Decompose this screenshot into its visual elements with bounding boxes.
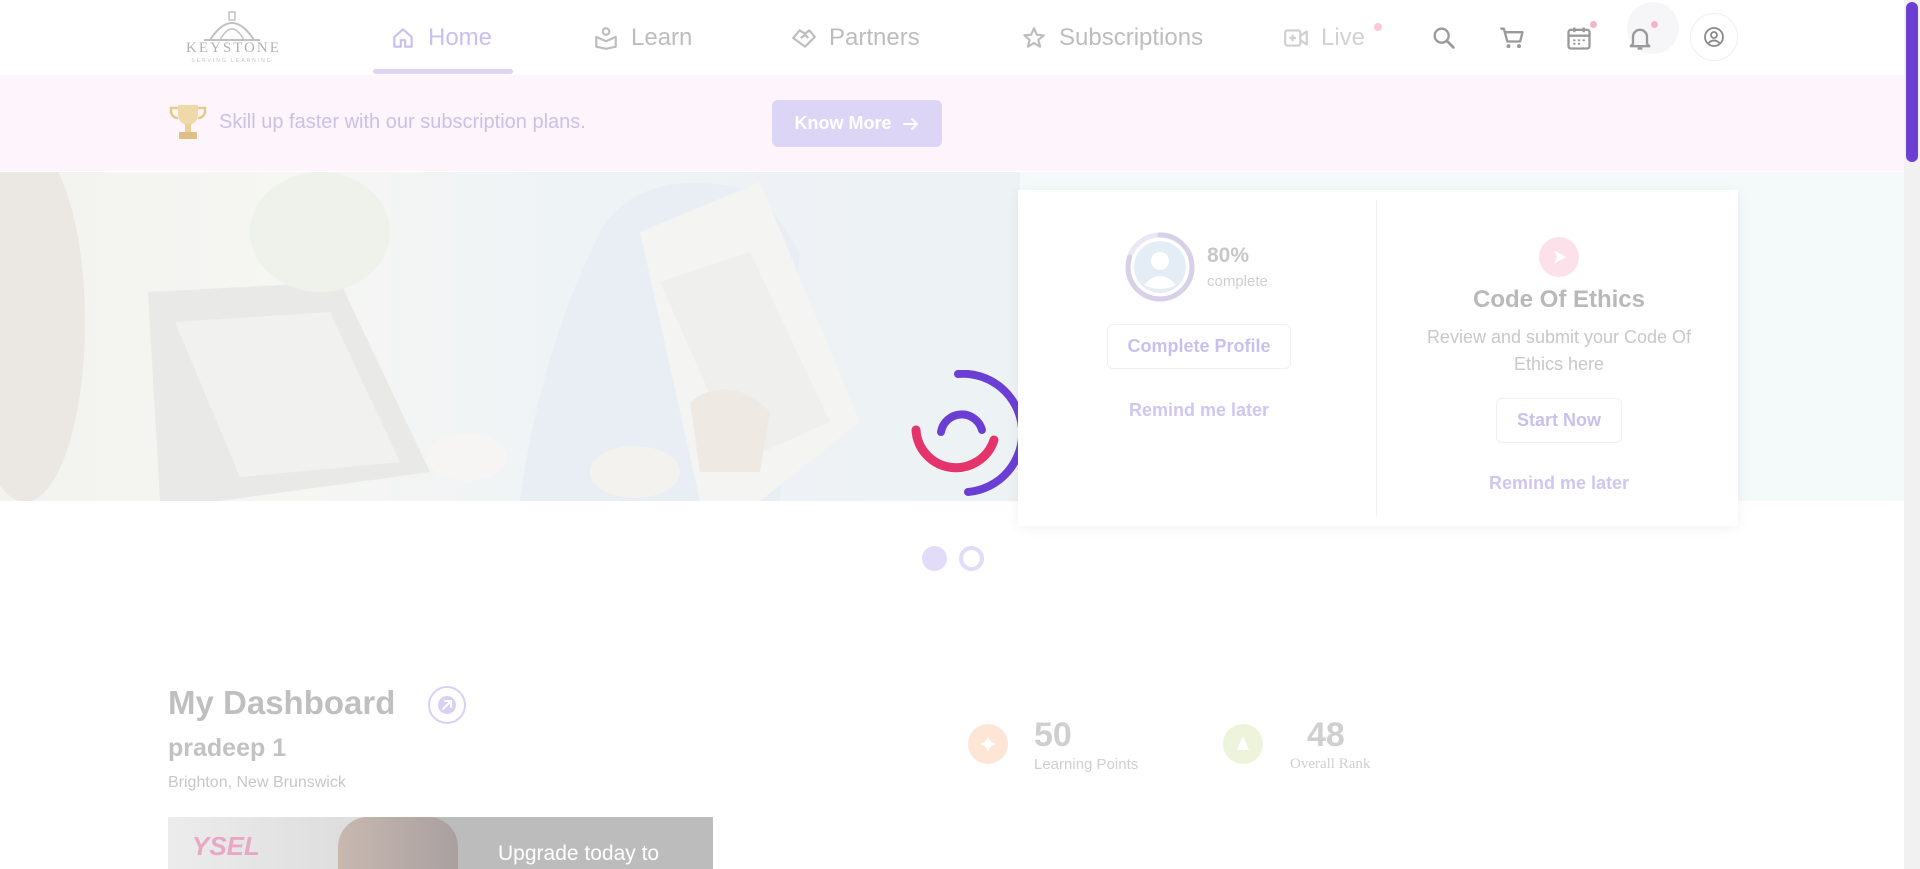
overall-rank-label: Overall Rank	[1290, 756, 1371, 772]
search-icon	[1433, 27, 1455, 49]
complete-profile-button[interactable]: Complete Profile	[1107, 324, 1291, 369]
star-icon	[1023, 27, 1045, 48]
carousel-dot-2[interactable]	[959, 546, 984, 571]
nav-subscriptions[interactable]: Subscriptions	[1021, 18, 1203, 58]
keystone-logo[interactable]: KEYSTONE SERVING LEARNING	[186, 10, 281, 64]
calendar-icon	[1567, 27, 1591, 50]
top-header: KEYSTONE SERVING LEARNING Home Learn Par…	[0, 0, 1904, 75]
sparkle-icon	[979, 735, 997, 753]
nav-live-label: Live	[1321, 24, 1366, 51]
home-icon	[393, 28, 413, 48]
upgrade-banner[interactable]: YSEL Upgrade today to	[168, 817, 713, 869]
play-icon	[1554, 250, 1566, 264]
handshake-icon	[792, 29, 816, 48]
nav-learn[interactable]: Learn	[593, 18, 692, 58]
nav-live[interactable]: Live	[1283, 18, 1365, 58]
arrow-right-icon	[902, 117, 918, 130]
hero-office-photo	[0, 172, 1020, 501]
overall-rank-badge	[1223, 724, 1263, 764]
carousel-dot-1[interactable]	[922, 546, 947, 571]
avatar-placeholder-icon	[1151, 252, 1169, 270]
dashboard-open-button[interactable]	[428, 686, 466, 724]
know-more-label: Know More	[794, 113, 892, 133]
profile-percent-label: complete	[1207, 273, 1268, 290]
hero-photo-illustration	[0, 172, 860, 501]
nav-learn-label: Learn	[631, 24, 693, 51]
live-indicator-dot	[1374, 23, 1382, 31]
account-button[interactable]	[1690, 13, 1738, 61]
calendar-notification-dot	[1590, 21, 1597, 28]
nav-home[interactable]: Home	[390, 18, 492, 58]
calendar-button[interactable]	[1565, 24, 1593, 52]
bell-icon	[1629, 28, 1651, 50]
logo-tagline: SERVING LEARNING	[191, 58, 273, 64]
learn-icon	[595, 27, 617, 50]
know-more-button[interactable]: Know More	[772, 100, 942, 147]
user-circle-icon	[1704, 27, 1724, 47]
profile-percent: 80%	[1207, 244, 1250, 267]
overall-rank-value: 48	[1307, 716, 1345, 754]
user-location: Brighton, New Brunswick	[168, 774, 346, 791]
promo-text: Skill up faster with our subscription pl…	[219, 111, 586, 133]
learning-points-badge	[968, 724, 1008, 764]
search-button[interactable]	[1430, 24, 1458, 52]
upgrade-banner-logo: YSEL	[192, 831, 260, 861]
cart-button[interactable]	[1498, 24, 1526, 52]
logo-wordmark: KEYSTONE	[186, 40, 281, 56]
learning-points-label: Learning Points	[1034, 756, 1139, 773]
nav-partners[interactable]: Partners	[791, 18, 920, 58]
ethics-remind-later-link[interactable]: Remind me later	[1440, 473, 1678, 494]
learning-points-value: 50	[1034, 716, 1072, 754]
upgrade-banner-photo	[338, 817, 458, 869]
user-name: pradeep 1	[168, 734, 287, 762]
cart-icon	[1500, 27, 1524, 49]
notification-dot	[1651, 21, 1658, 28]
profile-progress-ring	[1125, 232, 1195, 302]
card-divider	[1376, 200, 1377, 516]
trophy-rank-icon	[1237, 736, 1249, 750]
profile-remind-later-link[interactable]: Remind me later	[1080, 400, 1318, 421]
dome-icon	[204, 11, 260, 41]
trophy-icon	[169, 105, 207, 139]
page-scrollbar-thumb[interactable]	[1906, 2, 1918, 162]
notifications-button[interactable]	[1626, 24, 1654, 52]
code-of-ethics-badge	[1539, 237, 1579, 277]
loading-spinner-icon	[911, 370, 1020, 496]
code-of-ethics-description: Review and submit your Code Of Ethics he…	[1426, 327, 1692, 374]
nav-active-indicator	[373, 69, 513, 74]
start-now-button[interactable]: Start Now	[1496, 398, 1622, 443]
dashboard-title: My Dashboard	[168, 684, 396, 721]
code-of-ethics-title: Code Of Ethics	[1472, 286, 1646, 313]
nav-partners-label: Partners	[829, 24, 920, 51]
upgrade-banner-text: Upgrade today to	[498, 842, 660, 865]
nav-subscriptions-label: Subscriptions	[1059, 24, 1204, 51]
video-plus-icon	[1284, 29, 1308, 47]
nav-home-label: Home	[428, 24, 493, 51]
arrow-up-right-icon	[438, 696, 456, 714]
